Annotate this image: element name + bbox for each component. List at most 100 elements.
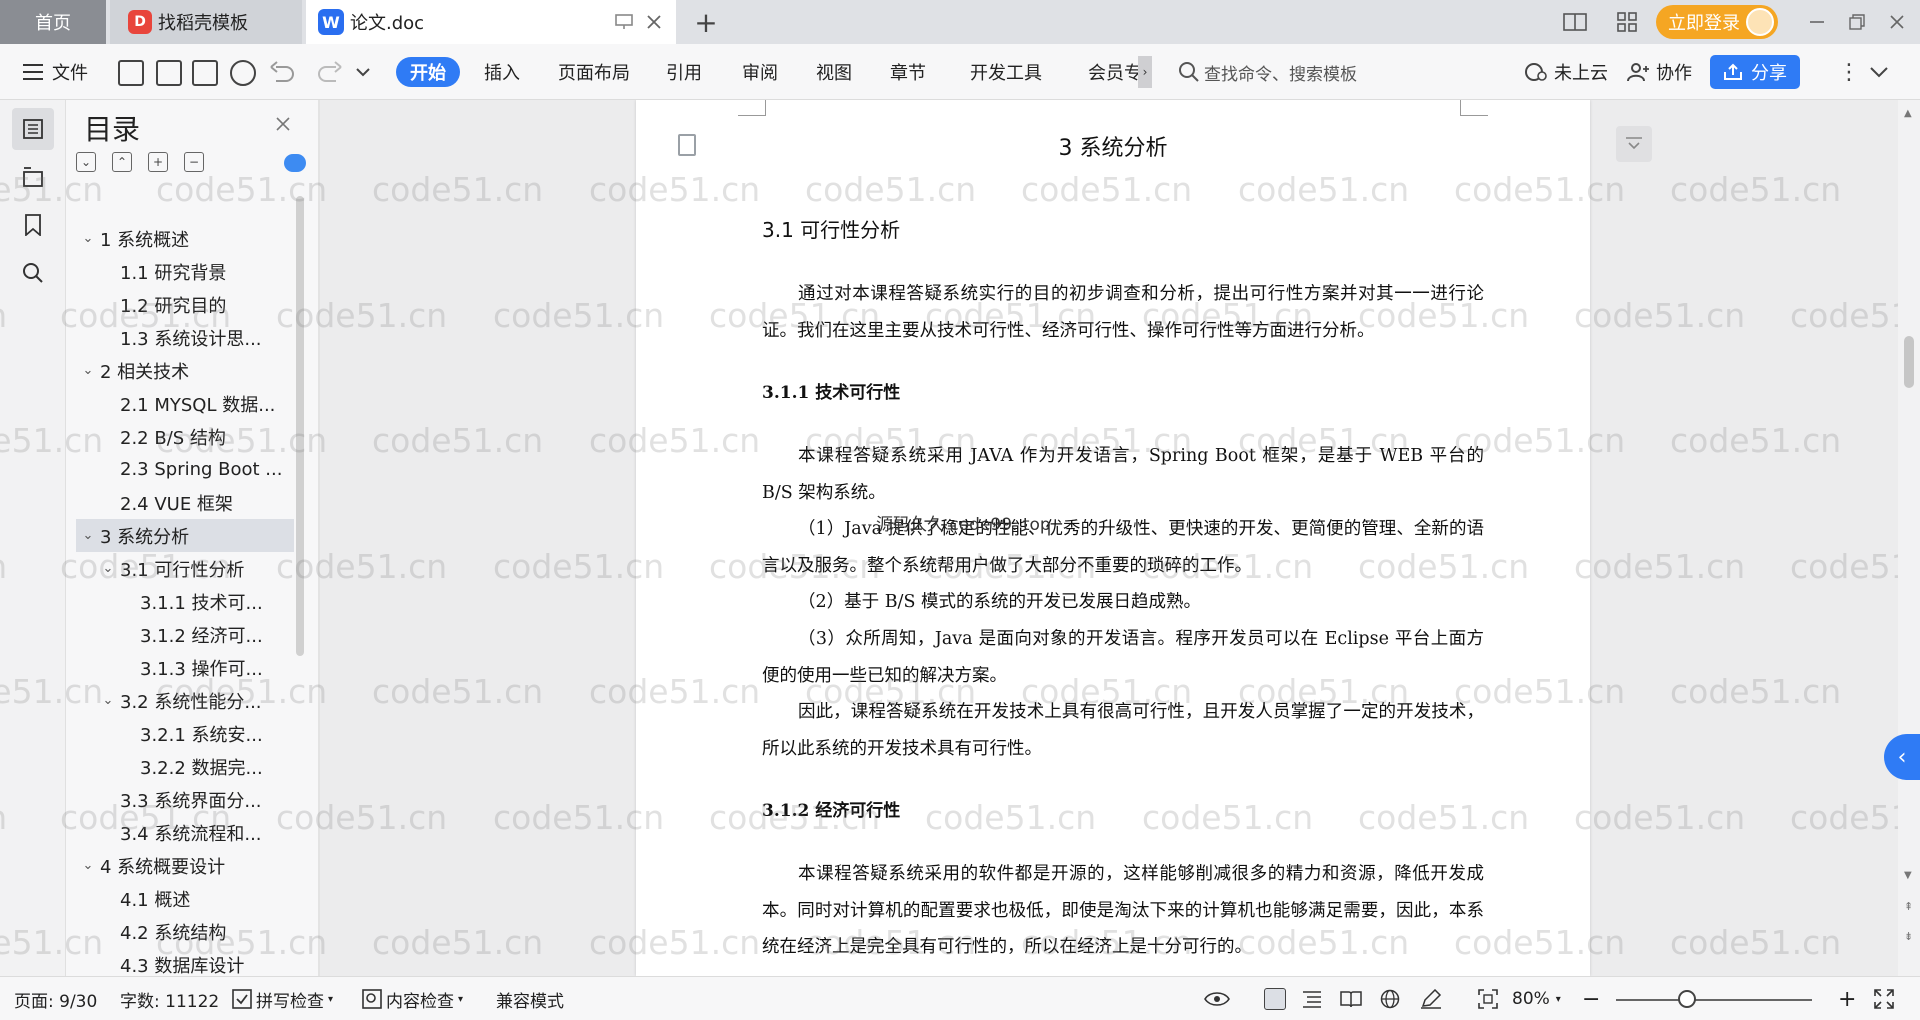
outline-item[interactable]: 2.4 VUE 框架 (76, 486, 294, 519)
scrollbar-thumb[interactable] (1904, 336, 1914, 388)
layout-icon[interactable] (1562, 10, 1588, 34)
zoom-slider[interactable] (1616, 999, 1812, 1001)
spell-check-button[interactable]: 拼写检查 ▾ (232, 987, 333, 1012)
chevron-down-icon[interactable]: ⌄ (80, 528, 96, 543)
outline-item[interactable]: 1.2 研究目的 (76, 288, 294, 321)
outline-item[interactable]: ⌄ 3 系统分析 (76, 519, 294, 552)
outline-icon[interactable] (12, 108, 54, 150)
outline-item[interactable]: 3.3 系统界面分... (76, 783, 294, 816)
outline-item[interactable]: 3.1.3 操作可... (76, 651, 294, 684)
find-icon[interactable] (12, 252, 54, 294)
share-button[interactable]: 分享 (1710, 55, 1800, 89)
content-check-button[interactable]: 内容检查 ▾ (362, 987, 463, 1012)
more-icon[interactable]: ⋮ (1838, 56, 1860, 88)
monitor-icon[interactable] (612, 10, 636, 34)
tab-start[interactable]: 开始 (396, 57, 460, 87)
zoom-in-icon[interactable]: + (1838, 987, 1856, 1012)
fullscreen-icon[interactable] (1874, 987, 1894, 1011)
compat-mode[interactable]: 兼容模式 (496, 987, 564, 1012)
save-as-icon[interactable] (156, 60, 182, 86)
document-scrollbar[interactable]: ▲ ▼ ⇞ ⇟ (1898, 100, 1920, 976)
redo-icon[interactable] (314, 56, 344, 88)
chapter-nav-icon[interactable] (12, 156, 54, 198)
restore-icon[interactable] (1842, 8, 1872, 36)
chevron-down-icon[interactable]: ⌄ (80, 363, 96, 378)
tab-template[interactable]: D 找稻壳模板 (110, 0, 302, 44)
scroll-up-icon[interactable]: ▲ (1904, 108, 1912, 119)
outline-item[interactable]: 3.2.2 数据完... (76, 750, 294, 783)
outline-item[interactable]: 4.2 系统结构 (76, 915, 294, 948)
word-count[interactable]: 字数: 11122 (120, 987, 219, 1012)
close-window-icon[interactable] (1882, 8, 1912, 36)
undo-icon[interactable] (268, 56, 298, 88)
right-panel-toggle-icon[interactable] (1616, 126, 1652, 162)
command-search[interactable]: 查找命令、搜索模板 (1178, 57, 1378, 87)
zoom-level[interactable]: 80% ▾ (1512, 987, 1561, 1011)
outline-item[interactable]: 3.1.1 技术可... (76, 585, 294, 618)
outline-item[interactable]: ⌄ 2 相关技术 (76, 354, 294, 387)
close-outline-icon[interactable] (276, 112, 290, 136)
chevron-down-icon[interactable]: ⌄ (100, 561, 116, 576)
outline-item[interactable]: 3.2.1 系统安... (76, 717, 294, 750)
apps-grid-icon[interactable] (1614, 10, 1640, 34)
fit-page-icon[interactable] (1478, 987, 1498, 1011)
zoom-slider-handle[interactable] (1677, 990, 1696, 1008)
outline-item[interactable]: 3.4 系统流程和... (76, 816, 294, 849)
tab-devtools[interactable]: 开发工具 (970, 56, 1042, 88)
chevron-down-icon[interactable]: ⌄ (80, 231, 96, 246)
ai-assistant-icon[interactable] (284, 154, 306, 172)
outline-scrollbar[interactable] (296, 196, 304, 656)
new-tab-button[interactable]: + (690, 6, 722, 39)
tab-insert[interactable]: 插入 (484, 56, 520, 88)
outline-item[interactable]: 2.3 Spring Boot ... (76, 453, 294, 486)
minimize-icon[interactable] (1802, 8, 1832, 36)
outline-item[interactable]: ⌄ 4 系统概要设计 (76, 849, 294, 882)
save-icon[interactable] (118, 60, 144, 86)
outline-item[interactable]: 1.1 研究背景 (76, 255, 294, 288)
document-area: 3 系统分析 3.1 可行性分析 通过对本课程答疑系统实行的目的初步调查和分析，… (320, 100, 1898, 976)
add-heading-icon[interactable]: + (148, 152, 168, 172)
zoom-out-icon[interactable]: − (1582, 987, 1600, 1012)
outline-item[interactable]: 1.3 系统设计思... (76, 321, 294, 354)
prev-page-icon[interactable]: ⇞ (1904, 900, 1913, 913)
print-icon[interactable] (192, 60, 218, 86)
chevron-down-icon[interactable]: ⌄ (80, 858, 96, 873)
outline-item[interactable]: 2.1 MYSQL 数据... (76, 387, 294, 420)
tab-home[interactable]: 首页 (0, 0, 106, 44)
scroll-down-icon[interactable]: ▼ (1904, 870, 1912, 881)
bookmark-icon[interactable] (12, 204, 54, 246)
remove-heading-icon[interactable]: − (184, 152, 204, 172)
outline-item[interactable]: 3.1.2 经济可... (76, 618, 294, 651)
quick-access-dropdown-icon[interactable] (356, 56, 370, 88)
tab-chapter[interactable]: 章节 (890, 56, 926, 88)
outline-view-icon[interactable] (1302, 987, 1322, 1011)
outline-item[interactable]: 4.1 概述 (76, 882, 294, 915)
outline-item[interactable]: 2.2 B/S 结构 (76, 420, 294, 453)
tab-layout[interactable]: 页面布局 (558, 56, 630, 88)
tab-reference[interactable]: 引用 (666, 56, 702, 88)
file-menu[interactable]: 文件 (22, 56, 88, 88)
print-preview-icon[interactable] (230, 60, 256, 86)
cloud-status[interactable]: 未上云 (1524, 56, 1608, 88)
close-tab-icon[interactable] (642, 10, 666, 34)
outline-item[interactable]: ⌄ 3.2 系统性能分... (76, 684, 294, 717)
outline-item[interactable]: ⌄ 1 系统概述 (76, 222, 294, 255)
collapse-all-icon[interactable]: ⌄ (76, 152, 96, 172)
web-view-icon[interactable] (1380, 987, 1400, 1011)
page-view-icon[interactable] (1264, 988, 1286, 1010)
read-view-icon[interactable] (1340, 987, 1362, 1011)
collapse-ribbon-icon[interactable] (1870, 56, 1888, 88)
document-page[interactable]: 3 系统分析 3.1 可行性分析 通过对本课程答疑系统实行的目的初步调查和分析，… (636, 100, 1590, 976)
page-indicator[interactable]: 页面: 9/30 (14, 987, 97, 1012)
tab-review[interactable]: 审阅 (742, 56, 778, 88)
tab-view[interactable]: 视图 (816, 56, 852, 88)
next-page-icon[interactable]: ⇟ (1904, 930, 1913, 943)
ribbon-scroll-right-icon[interactable]: › (1138, 56, 1152, 88)
chevron-down-icon[interactable]: ⌄ (100, 693, 116, 708)
write-mode-icon[interactable] (1420, 987, 1442, 1011)
login-button[interactable]: 立即登录 (1656, 5, 1778, 39)
outline-item[interactable]: ⌄ 3.1 可行性分析 (76, 552, 294, 585)
eye-protect-icon[interactable] (1204, 987, 1230, 1011)
expand-up-icon[interactable]: ⌃ (112, 152, 132, 172)
collab-button[interactable]: 协作 (1626, 56, 1692, 88)
